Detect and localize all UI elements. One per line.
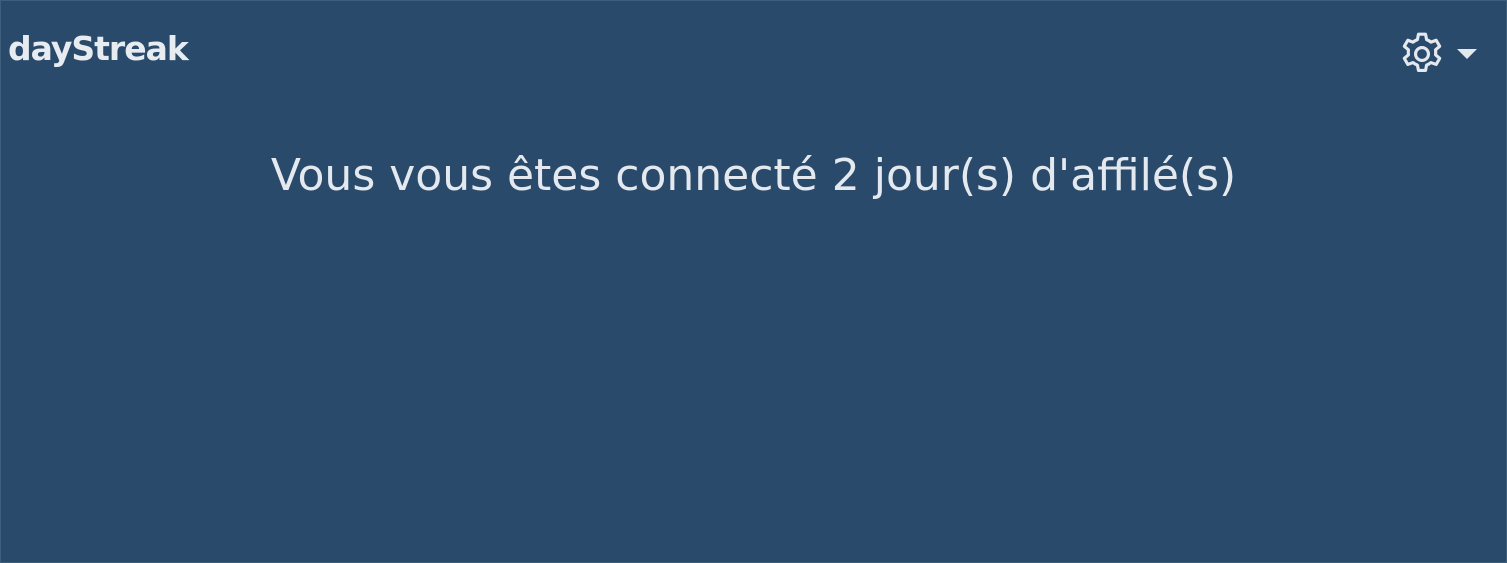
- chevron-down-icon: [1457, 49, 1477, 59]
- gear-icon: [1402, 32, 1442, 73]
- widget-title: dayStreak: [8, 29, 189, 68]
- settings-dropdown-button[interactable]: [1397, 29, 1483, 79]
- day-streak-widget: dayStreak Vous vous êtes connecté 2 jour…: [0, 0, 1507, 563]
- streak-message: Vous vous êtes connecté 2 jour(s) d'affi…: [270, 150, 1237, 201]
